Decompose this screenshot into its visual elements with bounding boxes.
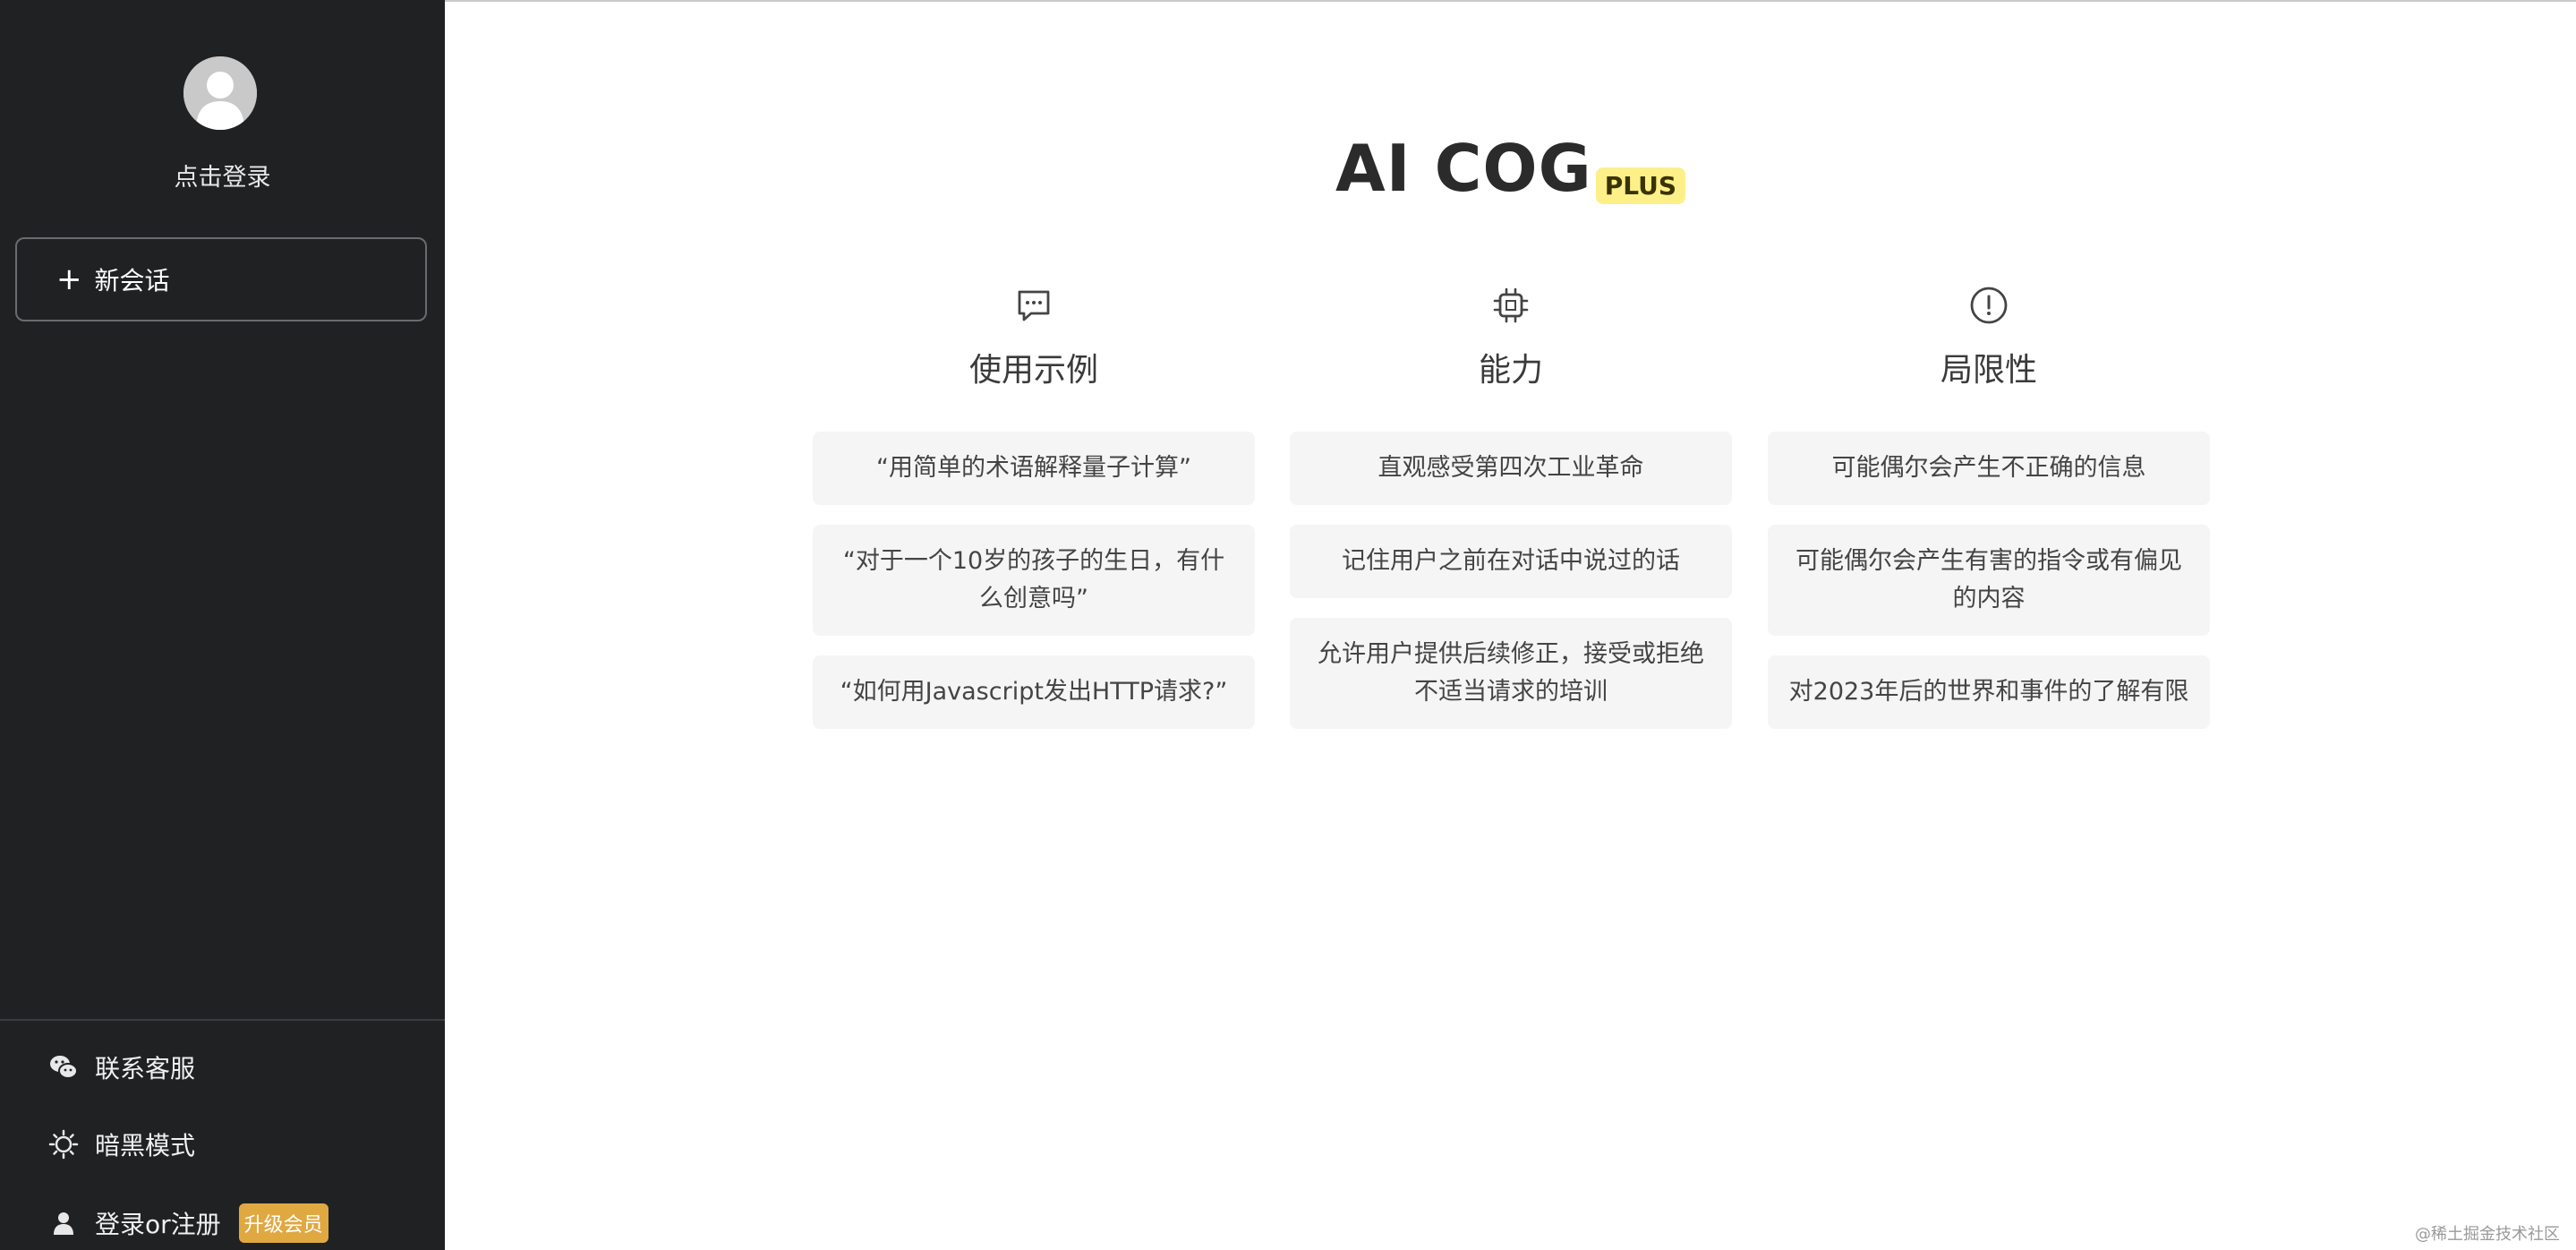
capability-card: 允许用户提供后续修正，接受或拒绝不适当请求的培训 <box>1290 618 1732 729</box>
new-chat-label: 新会话 <box>94 266 170 295</box>
column-title: 局限性 <box>1940 352 2037 389</box>
login-register-label: 登录or注册 <box>95 1210 221 1239</box>
example-card[interactable]: “对于一个10岁的孩子的生日，有什么创意吗” <box>813 525 1255 636</box>
user-icon <box>54 1212 73 1235</box>
login-link[interactable]: 点击登录 <box>0 158 445 193</box>
sun-icon <box>48 1129 79 1160</box>
watermark: @稀土掘金技术社区 <box>2415 1225 2560 1244</box>
column-title: 能力 <box>1478 352 1543 389</box>
sidebar: 点击登录 + 新会话 联系客服 暗黑模式 登录or注册 升级会员 <box>0 0 445 1250</box>
new-chat-button[interactable]: + 新会话 <box>15 237 427 321</box>
sidebar-divider <box>0 1019 445 1021</box>
column-title: 使用示例 <box>968 352 1098 389</box>
wechat-icon <box>50 1056 78 1079</box>
chat-bubble-icon <box>1018 290 1050 321</box>
plus-icon: + <box>56 261 82 297</box>
column-header: 局限性 <box>1768 285 2210 390</box>
column-capabilities: 能力 直观感受第四次工业革命 记住用户之前在对话中说过的话 允许用户提供后续修正… <box>1290 285 1732 749</box>
example-card[interactable]: “用简单的术语解释量子计算” <box>813 432 1255 505</box>
plus-badge: PLUS <box>1595 167 1685 204</box>
warning-icon <box>1970 287 2008 324</box>
login-register-item[interactable]: 登录or注册 升级会员 <box>48 1203 328 1243</box>
column-limitations: 局限性 可能偶尔会产生不正确的信息 可能偶尔会产生有害的指令或有偏见的内容 对2… <box>1768 285 2210 749</box>
app-root: 点击登录 + 新会话 联系客服 暗黑模式 登录or注册 升级会员 AI COG … <box>0 0 2576 1250</box>
upgrade-vip-badge[interactable]: 升级会员 <box>238 1203 328 1243</box>
app-title: AI COG <box>1335 131 1592 206</box>
column-examples: 使用示例 “用简单的术语解释量子计算” “对于一个10岁的孩子的生日，有什么创意… <box>813 285 1255 749</box>
example-card[interactable]: “如何用Javascript发出HTTP请求?” <box>813 655 1255 729</box>
capability-card: 直观感受第四次工业革命 <box>1290 432 1732 505</box>
contact-support-label: 联系客服 <box>95 1054 196 1083</box>
avatar[interactable] <box>183 56 257 130</box>
limitation-card: 对2023年后的世界和事件的了解有限 <box>1768 655 2210 729</box>
column-header: 能力 <box>1290 285 1732 390</box>
page-title: AI COG PLUS <box>445 131 2576 206</box>
dark-mode-item[interactable]: 暗黑模式 <box>48 1126 195 1162</box>
chip-icon <box>1493 287 1529 323</box>
dark-mode-label: 暗黑模式 <box>95 1131 196 1160</box>
top-border <box>445 0 2576 2</box>
capability-card: 记住用户之前在对话中说过的话 <box>1290 525 1732 598</box>
contact-support-item[interactable]: 联系客服 <box>48 1049 195 1085</box>
main-area: AI COG PLUS 使用示例 “用简单的术语解释量子计算” “对于一个10岁的… <box>445 0 2576 1250</box>
default-avatar-icon <box>183 56 257 130</box>
column-header: 使用示例 <box>813 285 1255 390</box>
limitation-card: 可能偶尔会产生不正确的信息 <box>1768 432 2210 505</box>
limitation-card: 可能偶尔会产生有害的指令或有偏见的内容 <box>1768 525 2210 636</box>
